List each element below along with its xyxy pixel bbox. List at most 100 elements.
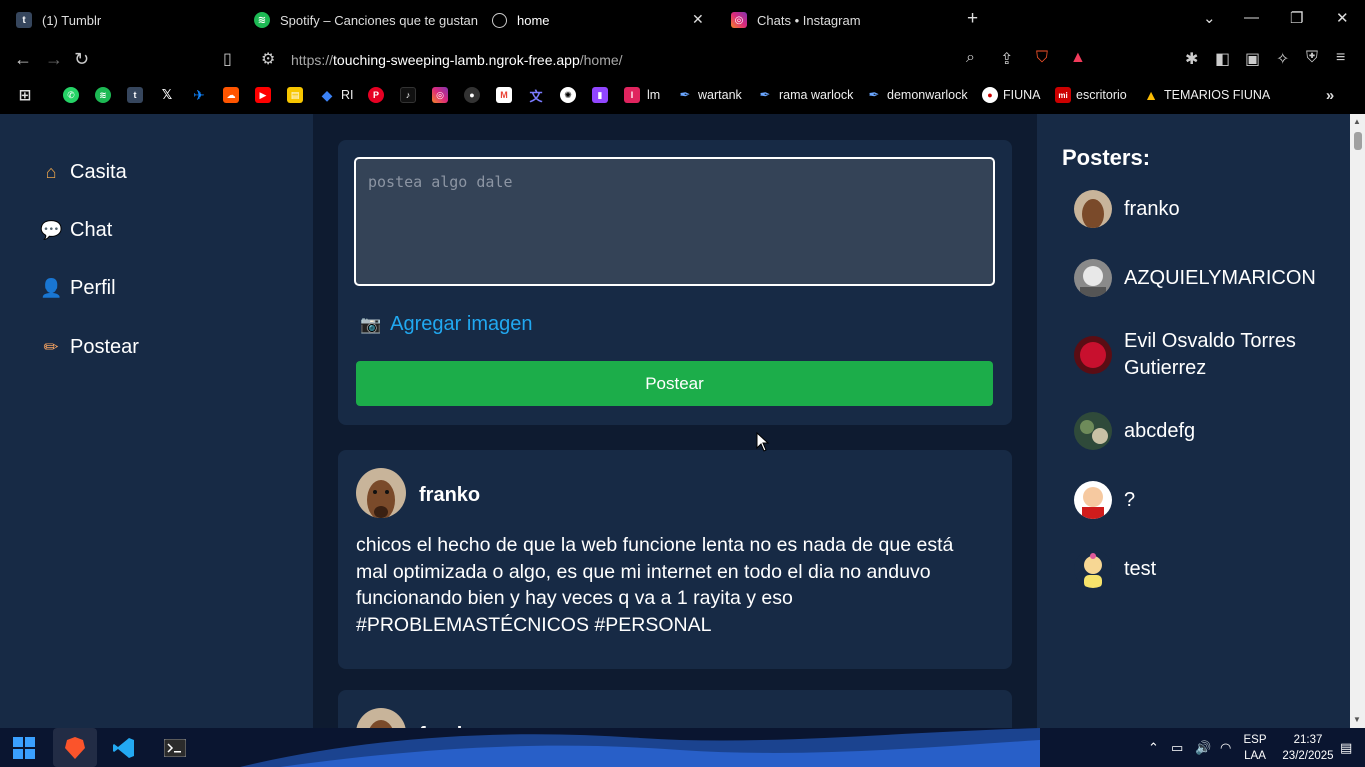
lm-icon[interactable]: l: [624, 87, 640, 103]
nav-item-chat[interactable]: 💬 Chat: [40, 219, 112, 242]
poster-item[interactable]: abcdefg: [1074, 412, 1324, 450]
pencil-icon: ✏: [43, 337, 59, 357]
bookmark-rama-warlock[interactable]: rama warlock: [779, 88, 853, 102]
bookmark-fiuna[interactable]: FIUNA: [1003, 88, 1041, 102]
pinterest-icon[interactable]: P: [368, 87, 384, 103]
instagram-icon[interactable]: ◎: [432, 87, 448, 103]
soundcloud-icon[interactable]: ☁: [223, 87, 239, 103]
poster-name: AZQUIELYMARICON: [1124, 266, 1316, 289]
bookmark-demonwarlock[interactable]: demonwarlock: [887, 88, 968, 102]
zoom-icon[interactable]: ⌕: [966, 49, 975, 67]
bookmark-lm[interactable]: lm: [647, 88, 660, 102]
bluesky-icon[interactable]: ✈: [191, 87, 207, 103]
tab-list-chevron-icon[interactable]: ⌄: [1203, 9, 1216, 27]
taskbar-vscode[interactable]: [104, 728, 144, 767]
restore-icon[interactable]: ❐: [1290, 9, 1303, 27]
poster-item[interactable]: AZQUIELYMARICON: [1074, 259, 1324, 297]
minimize-icon[interactable]: —: [1244, 9, 1259, 26]
poster-item[interactable]: Evil Osvaldo Torres Gutierrez: [1074, 328, 1324, 382]
feather-icon[interactable]: ✒: [757, 87, 773, 103]
spotify-icon[interactable]: ≋: [95, 87, 111, 103]
twitch-icon[interactable]: ▮: [592, 87, 608, 103]
bookmark-temarios-fiuna[interactable]: TEMARIOS FIUNA: [1164, 88, 1270, 102]
dark-bookmark-icon[interactable]: ●: [464, 87, 480, 103]
tab-instagram[interactable]: ◎ Chats • Instagram: [731, 0, 861, 40]
feather-icon[interactable]: ✒: [866, 87, 882, 103]
tumblr-icon[interactable]: t: [127, 87, 143, 103]
bookmark-yellow-icon[interactable]: ▤: [287, 87, 303, 103]
post-textarea[interactable]: [354, 157, 995, 286]
gmail-icon[interactable]: M: [496, 87, 512, 103]
chatgpt-icon[interactable]: ✺: [560, 87, 576, 103]
sidebar-icon[interactable]: ◧: [1215, 49, 1230, 69]
tab-home[interactable]: home: [492, 0, 550, 40]
tab-tumblr[interactable]: t (1) Tumblr: [16, 0, 101, 40]
scroll-down-icon[interactable]: ▼: [1353, 715, 1361, 724]
bookmark-wartank[interactable]: wartank: [698, 88, 742, 102]
avatar[interactable]: [356, 468, 406, 518]
extensions-icon[interactable]: ✱: [1185, 49, 1198, 69]
bookmark-escritorio[interactable]: escritorio: [1076, 88, 1127, 102]
mi-icon[interactable]: mi: [1055, 87, 1071, 103]
address-bar[interactable]: https://touching-sweeping-lamb.ngrok-fre…: [291, 52, 623, 68]
nav-item-casita[interactable]: ⌂ Casita: [40, 161, 127, 184]
avatar[interactable]: [356, 708, 406, 728]
nav-item-postear[interactable]: ✏ Postear: [40, 336, 138, 359]
gem-icon[interactable]: ◆: [319, 87, 335, 103]
battery-icon[interactable]: ▭: [1171, 740, 1183, 756]
close-window-icon[interactable]: ✕: [1336, 9, 1349, 27]
new-tab-icon[interactable]: +: [967, 8, 978, 30]
poster-item[interactable]: franko: [1074, 190, 1324, 228]
reload-icon[interactable]: ↻: [74, 49, 89, 70]
fiuna-icon[interactable]: ●: [982, 87, 998, 103]
system-clock[interactable]: 21:37 23/2/2025: [1280, 732, 1336, 764]
apps-grid-icon[interactable]: ⊞: [17, 87, 33, 104]
menu-icon[interactable]: ≡: [1336, 49, 1345, 67]
scrollbar-thumb[interactable]: [1354, 132, 1362, 150]
page-scrollbar[interactable]: ▲ ▼: [1350, 114, 1365, 728]
post-button[interactable]: Postear: [356, 361, 993, 406]
close-tab-icon[interactable]: ✕: [692, 11, 704, 28]
poster-name: abcdefg: [1124, 419, 1196, 442]
bookmark-icon[interactable]: ▯: [223, 49, 232, 69]
browser-toolbar: ← → ↻ ▯ ⚙ https://touching-sweeping-lamb…: [0, 40, 1365, 78]
wifi-icon[interactable]: ◠: [1220, 740, 1231, 756]
start-button[interactable]: [6, 728, 42, 767]
clock-time: 21:37: [1293, 734, 1323, 746]
bookmark-ri[interactable]: RI: [341, 88, 354, 102]
whatsapp-icon[interactable]: ✆: [63, 87, 79, 103]
notifications-icon[interactable]: ▤: [1340, 740, 1352, 756]
feather-icon[interactable]: ✒: [677, 87, 693, 103]
poster-item[interactable]: test: [1074, 550, 1324, 588]
vpn-icon[interactable]: ⛨: [1306, 49, 1318, 67]
tiktok-icon[interactable]: ♪: [400, 87, 416, 103]
google-drive-icon[interactable]: ▲: [1143, 87, 1159, 103]
x-icon[interactable]: 𝕏: [159, 87, 175, 103]
brave-rewards-icon[interactable]: ▲: [1070, 49, 1086, 67]
avatar: [1074, 481, 1112, 519]
post-author[interactable]: franko: [419, 484, 480, 507]
tab-spotify[interactable]: ≋ Spotify – Canciones que te gustan: [254, 0, 478, 40]
nav-item-perfil[interactable]: 👤 Perfil: [40, 277, 116, 300]
site-settings-icon[interactable]: ⚙: [261, 49, 275, 69]
back-icon[interactable]: ←: [14, 49, 32, 70]
taskbar-terminal[interactable]: [155, 728, 195, 767]
language-code: ESP: [1243, 734, 1267, 746]
poster-name: test: [1124, 557, 1157, 580]
scroll-up-icon[interactable]: ▲: [1353, 117, 1361, 126]
share-icon[interactable]: ⇪: [1000, 49, 1013, 69]
posters-title: Posters:: [1062, 145, 1151, 170]
leo-ai-icon[interactable]: ✧: [1276, 49, 1289, 69]
translate-icon[interactable]: 文: [528, 87, 544, 104]
language-indicator[interactable]: ESP LAA: [1238, 732, 1272, 764]
poster-item[interactable]: ?: [1074, 481, 1324, 519]
taskbar-brave[interactable]: [53, 728, 97, 767]
more-bookmarks-icon[interactable]: »: [1322, 87, 1338, 104]
wallet-icon[interactable]: ▣: [1245, 49, 1260, 69]
tray-chevron-icon[interactable]: ⌃: [1148, 740, 1159, 756]
volume-icon[interactable]: 🔊: [1195, 740, 1211, 756]
add-image-button[interactable]: 📷 Agregar imagen: [360, 313, 532, 336]
youtube-icon[interactable]: ▶: [255, 87, 271, 103]
forward-icon[interactable]: →: [45, 49, 63, 70]
brave-shield-icon[interactable]: ⛉: [1036, 49, 1048, 67]
